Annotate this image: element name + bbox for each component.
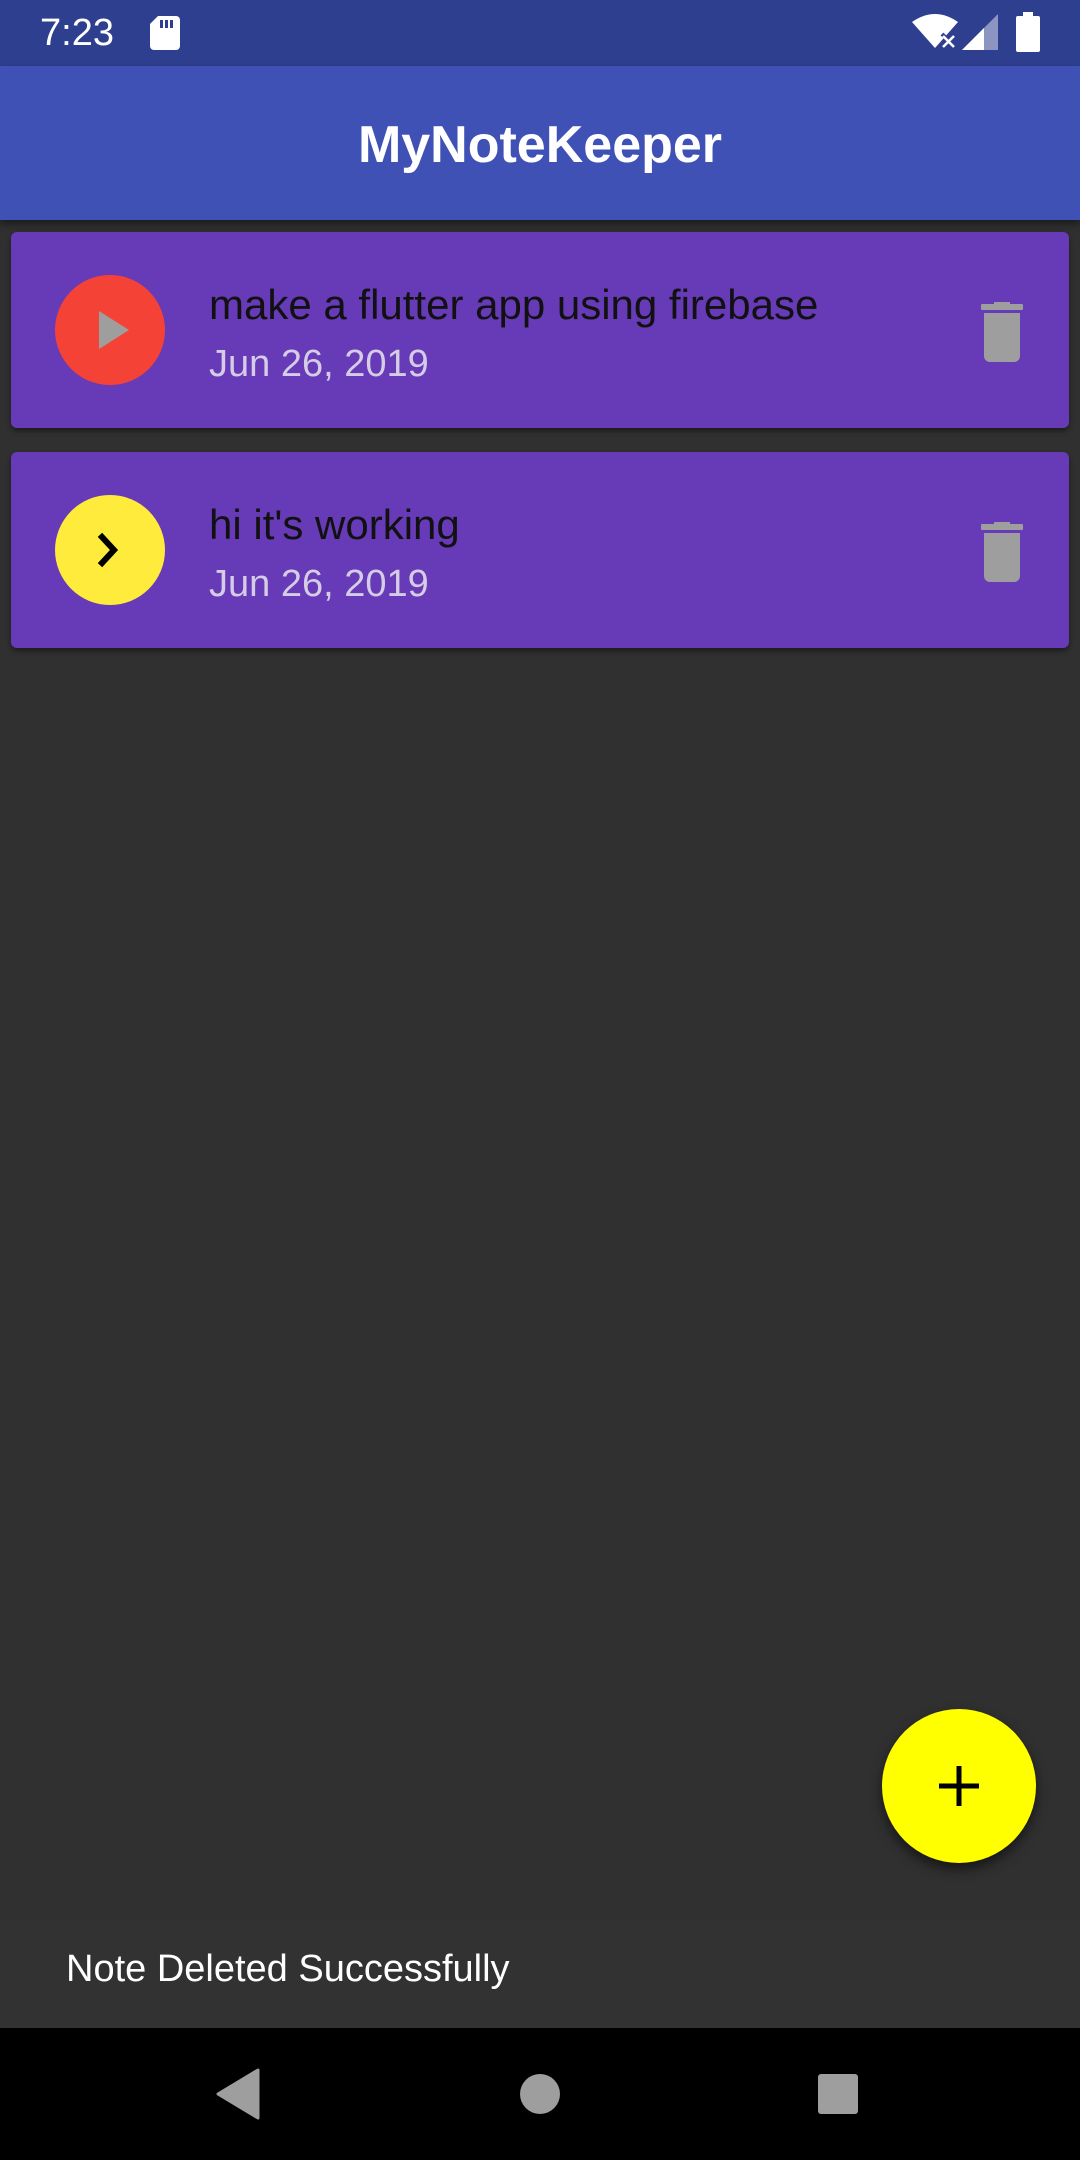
home-icon[interactable]: [518, 2072, 562, 2116]
note-priority-avatar: [55, 275, 165, 385]
delete-icon[interactable]: [969, 302, 1035, 362]
status-time: 7:23: [40, 12, 114, 54]
play-arrow-icon: [99, 311, 129, 349]
navigation-bar: [0, 2028, 1080, 2160]
add-icon: [939, 1766, 979, 1806]
back-icon[interactable]: [214, 2068, 262, 2120]
note-title: hi it's working: [209, 501, 460, 548]
battery-icon: [1016, 12, 1040, 52]
wifi-icon: [912, 14, 958, 50]
delete-icon[interactable]: [969, 522, 1035, 582]
note-date: Jun 26, 2019: [209, 563, 429, 605]
snackbar: Note Deleted Successfully: [0, 1920, 1080, 2028]
screen: 7:23 MyNoteKeeper make a flutter app usi…: [0, 0, 1080, 2160]
app-bar: MyNoteKeeper: [0, 66, 1080, 220]
note-card[interactable]: hi it's working Jun 26, 2019: [11, 452, 1069, 648]
status-bar: 7:23: [0, 0, 1080, 66]
note-date: Jun 26, 2019: [209, 343, 429, 385]
add-note-button[interactable]: [882, 1709, 1036, 1863]
sd-card-icon: [150, 16, 180, 50]
snackbar-message: Note Deleted Successfully: [66, 1948, 510, 1990]
chevron-right-icon: [97, 532, 119, 568]
signal-icon: [962, 14, 998, 50]
note-card[interactable]: make a flutter app using firebase Jun 26…: [11, 232, 1069, 428]
app-title: MyNoteKeeper: [357, 116, 723, 174]
note-title: make a flutter app using firebase: [209, 281, 819, 328]
recents-icon[interactable]: [817, 2073, 859, 2115]
note-priority-avatar: [55, 495, 165, 605]
